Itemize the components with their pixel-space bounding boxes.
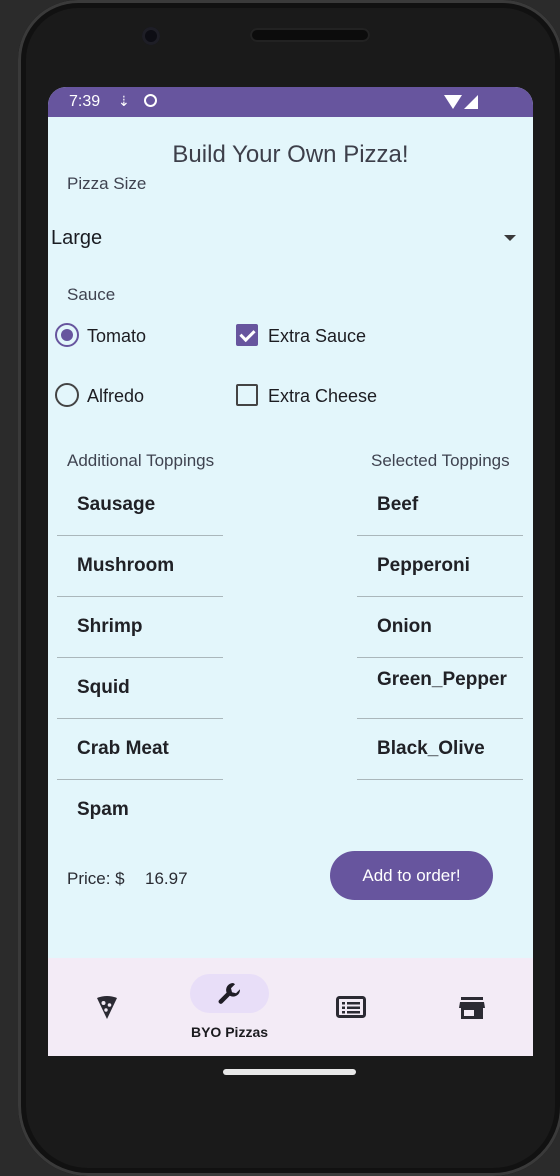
download-icon: ⇣ xyxy=(118,93,130,109)
extra-cheese-label: Extra Cheese xyxy=(268,386,378,406)
radio-alfredo-label: Alfredo xyxy=(87,386,145,406)
list-item[interactable]: Beef xyxy=(357,476,523,536)
wrench-icon xyxy=(218,983,241,1004)
nav-item-pizzas[interactable] xyxy=(95,995,119,1026)
extra-sauce-label: Extra Sauce xyxy=(268,326,367,346)
pizza-slice-icon xyxy=(97,996,117,1019)
store-icon xyxy=(459,997,485,1019)
wifi-icon xyxy=(444,95,462,109)
pizza-size-dropdown[interactable]: Large xyxy=(48,212,533,267)
chevron-down-icon xyxy=(504,235,516,241)
list-item[interactable]: Green_Pepper xyxy=(357,659,523,719)
radio-tomato-label: Tomato xyxy=(87,326,147,346)
nav-item-orders[interactable] xyxy=(336,996,366,1025)
list-item[interactable]: Shrimp xyxy=(57,598,223,658)
price-label: Price: $ xyxy=(67,869,125,888)
sync-icon xyxy=(144,94,157,107)
speaker-grille xyxy=(250,28,370,42)
bottom-navigation: BYO Pizzas xyxy=(48,958,533,1056)
list-item[interactable]: Mushroom xyxy=(57,537,223,597)
sauce-label: Sauce xyxy=(67,285,116,304)
pizza-size-label: Pizza Size xyxy=(67,174,147,193)
price-value: 16.97 xyxy=(145,869,188,888)
list-item[interactable]: Sausage xyxy=(57,476,223,536)
camera-icon xyxy=(142,27,160,45)
additional-toppings-label: Additional Toppings xyxy=(67,451,215,470)
pizza-size-value: Large xyxy=(51,227,103,249)
list-item[interactable]: Onion xyxy=(357,598,523,658)
radio-tomato[interactable] xyxy=(55,323,79,347)
list-item[interactable]: Black_Olive xyxy=(357,720,523,780)
selected-toppings-label: Selected Toppings xyxy=(371,451,510,470)
signal-icon xyxy=(464,95,478,109)
nav-item-byo-pizzas[interactable] xyxy=(190,974,269,1013)
nav-label-byo-pizzas: BYO Pizzas xyxy=(190,1024,269,1040)
app-screen: 7:39 ⇣ Build Your Own Pizza! Pizza Size … xyxy=(48,87,533,1056)
nav-item-store[interactable] xyxy=(459,997,485,1026)
list-item[interactable]: Squid xyxy=(57,659,223,719)
list-item[interactable]: Spam xyxy=(57,781,223,841)
extra-cheese-checkbox[interactable] xyxy=(236,384,258,406)
status-time: 7:39 xyxy=(69,93,101,110)
add-to-order-button[interactable]: Add to order! xyxy=(330,851,493,900)
page-title: Build Your Own Pizza! xyxy=(172,141,409,168)
list-item[interactable]: Crab Meat xyxy=(57,720,223,780)
radio-alfredo[interactable] xyxy=(55,383,79,407)
order-list-icon xyxy=(336,996,366,1018)
list-item[interactable]: Pepperoni xyxy=(357,537,523,597)
extra-sauce-checkbox[interactable] xyxy=(236,324,258,346)
home-indicator[interactable] xyxy=(223,1069,356,1075)
status-bar: 7:39 ⇣ xyxy=(48,87,533,117)
